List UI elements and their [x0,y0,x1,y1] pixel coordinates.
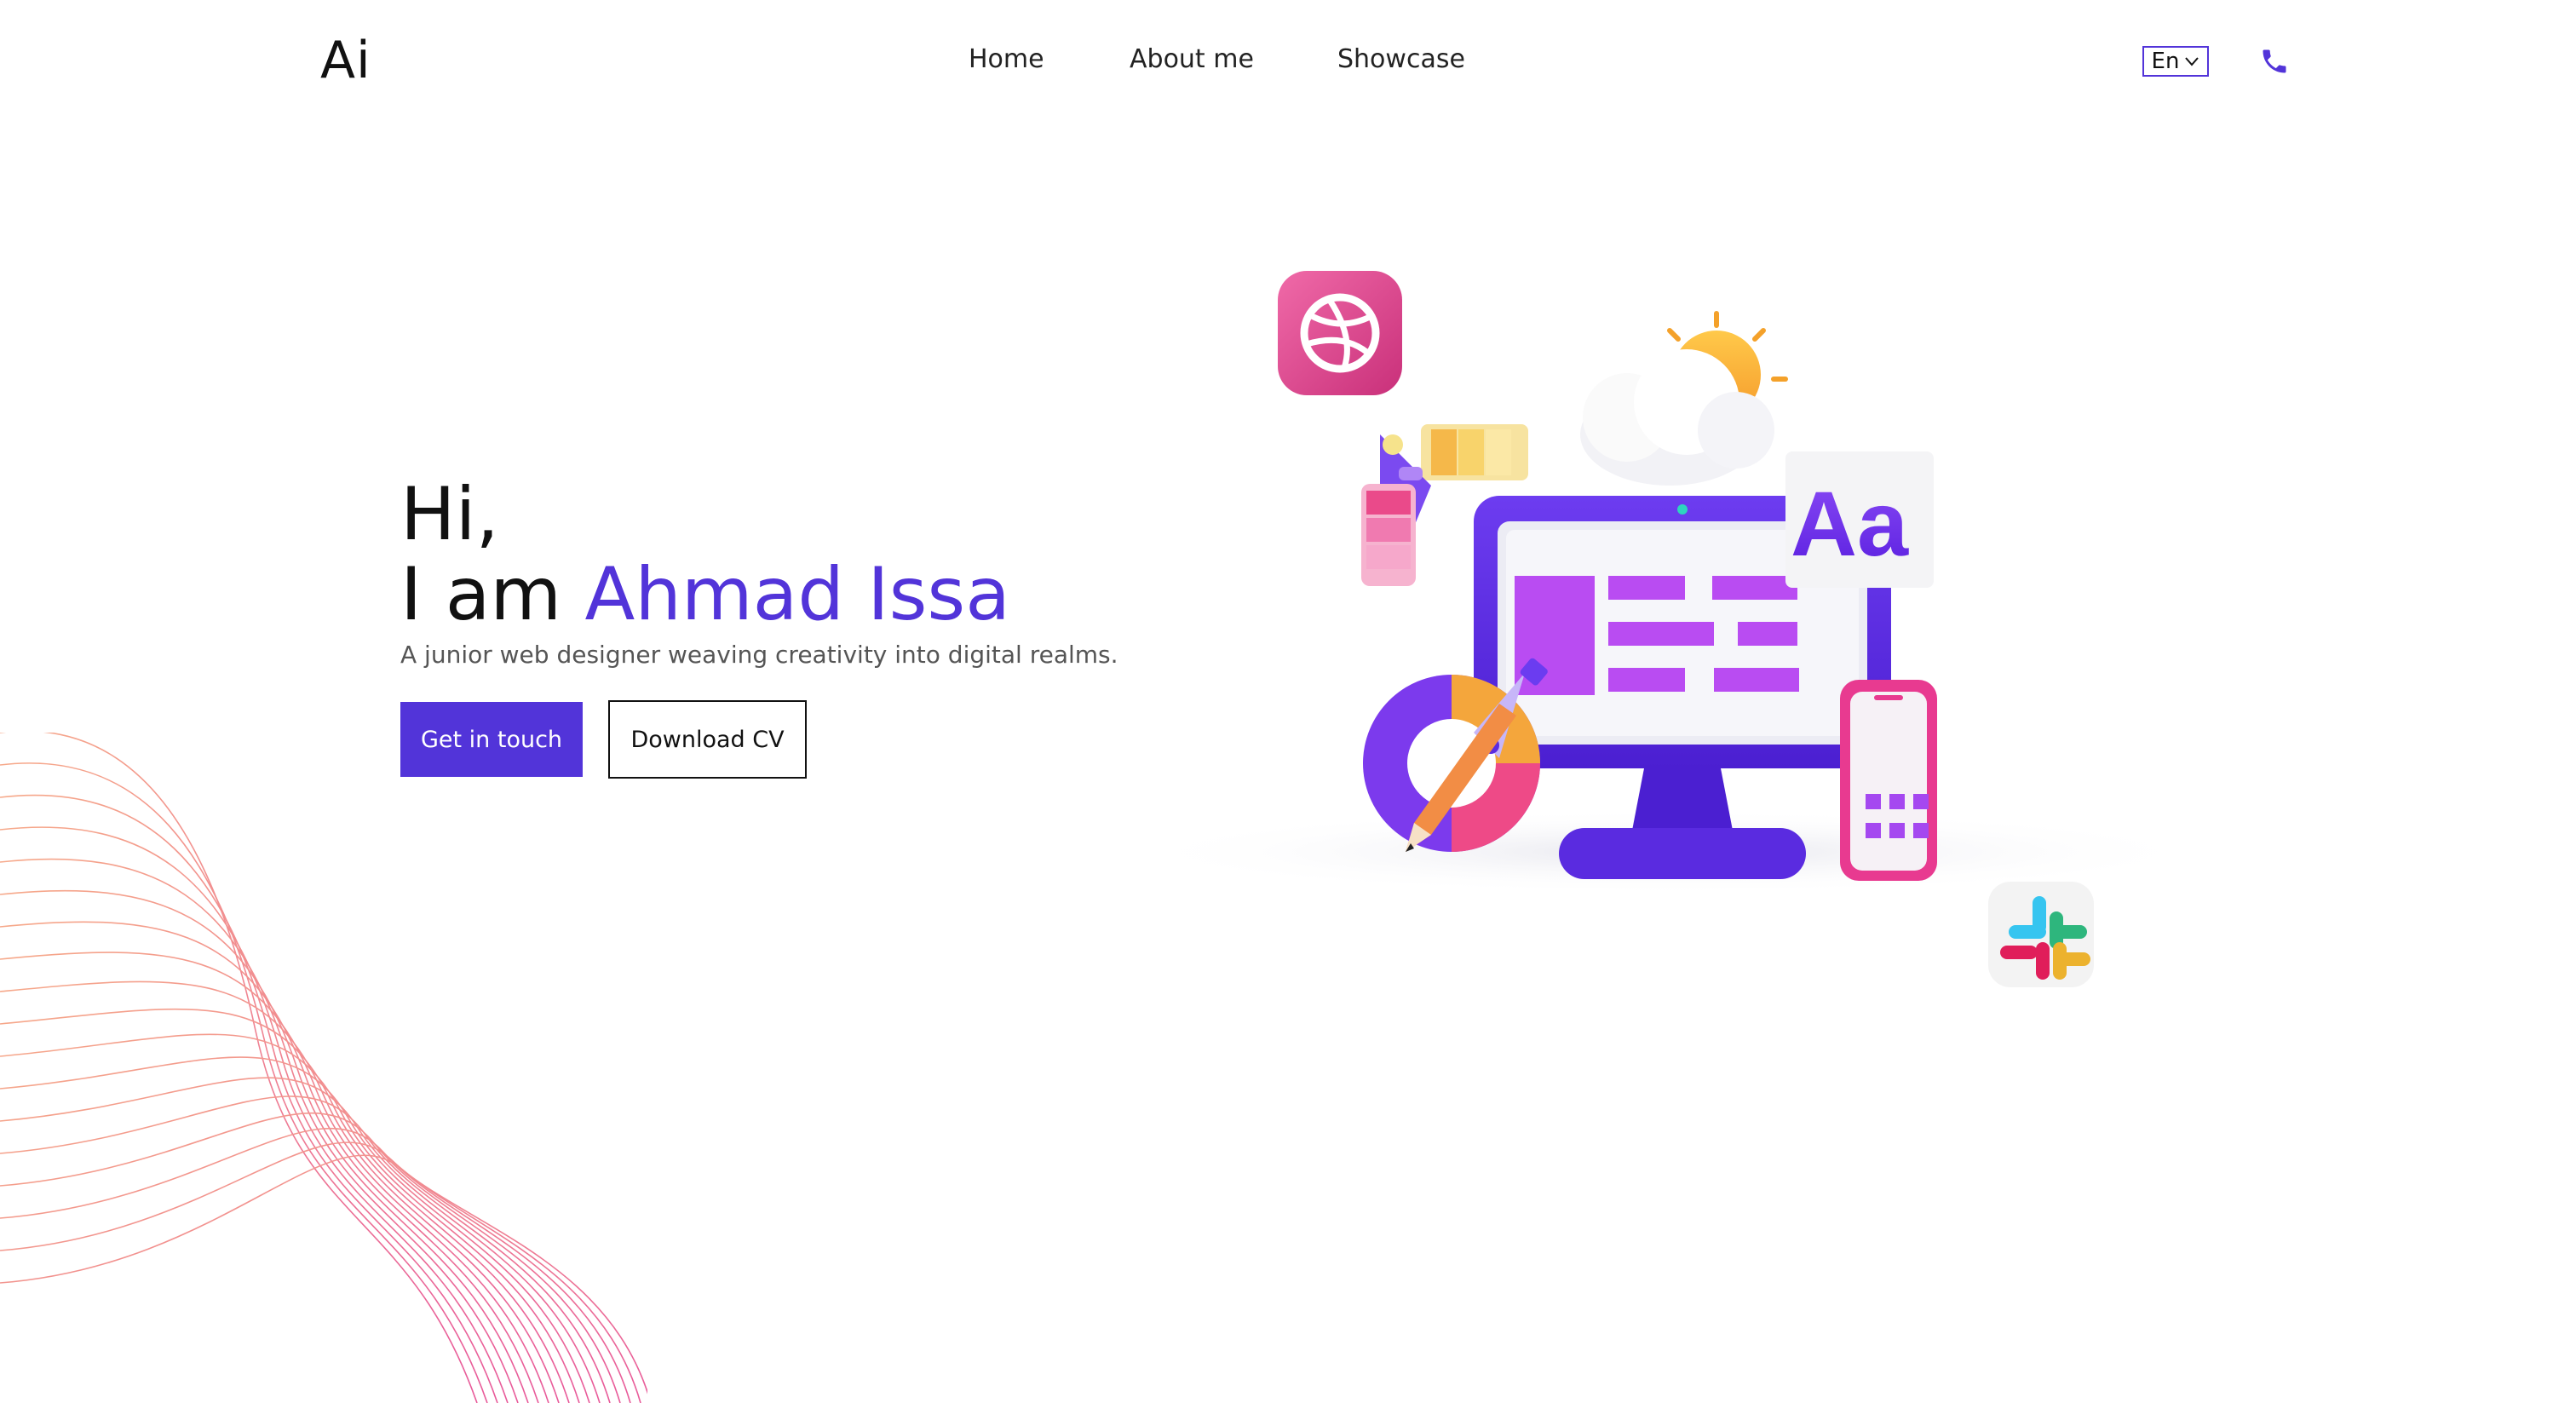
slack-icon [1988,882,2094,987]
nav-about-me[interactable]: About me [1130,44,1254,74]
hero-tagline: A junior web designer weaving creativity… [400,641,1118,669]
typography-text: Aa [1791,472,1909,575]
nav-showcase[interactable]: Showcase [1337,44,1465,74]
wave-line [0,889,529,1403]
decorative-wave-lines [0,733,647,1403]
wave-line [0,921,539,1403]
nav-home[interactable]: Home [969,44,1044,74]
typography-card: Aa [1785,451,1934,588]
smartphone-icon [1840,680,1937,881]
wave-line [0,826,509,1403]
hero-greeting: Hi, [400,472,499,557]
portfolio-page: Ai Home About me Showcase En Hi, I am Ah… [0,0,2576,1403]
language-select[interactable]: En [2142,46,2209,77]
hero-intro: I am [400,552,585,637]
wave-line [0,1033,580,1403]
wave-line [0,733,478,1403]
phone-icon[interactable] [2259,46,2290,77]
dribbble-icon [1278,271,1402,395]
wave-line [0,980,560,1403]
hero-name: Ahmad Issa [584,552,1010,637]
hero-heading: I am Ahmad Issa [400,554,1010,635]
chevron-down-icon [2185,57,2199,66]
wave-line [0,1113,621,1403]
wave-line [0,1077,601,1403]
hero-illustration: Aa [1124,271,2215,987]
wave-line [0,794,498,1403]
language-value: En [2151,49,2180,74]
